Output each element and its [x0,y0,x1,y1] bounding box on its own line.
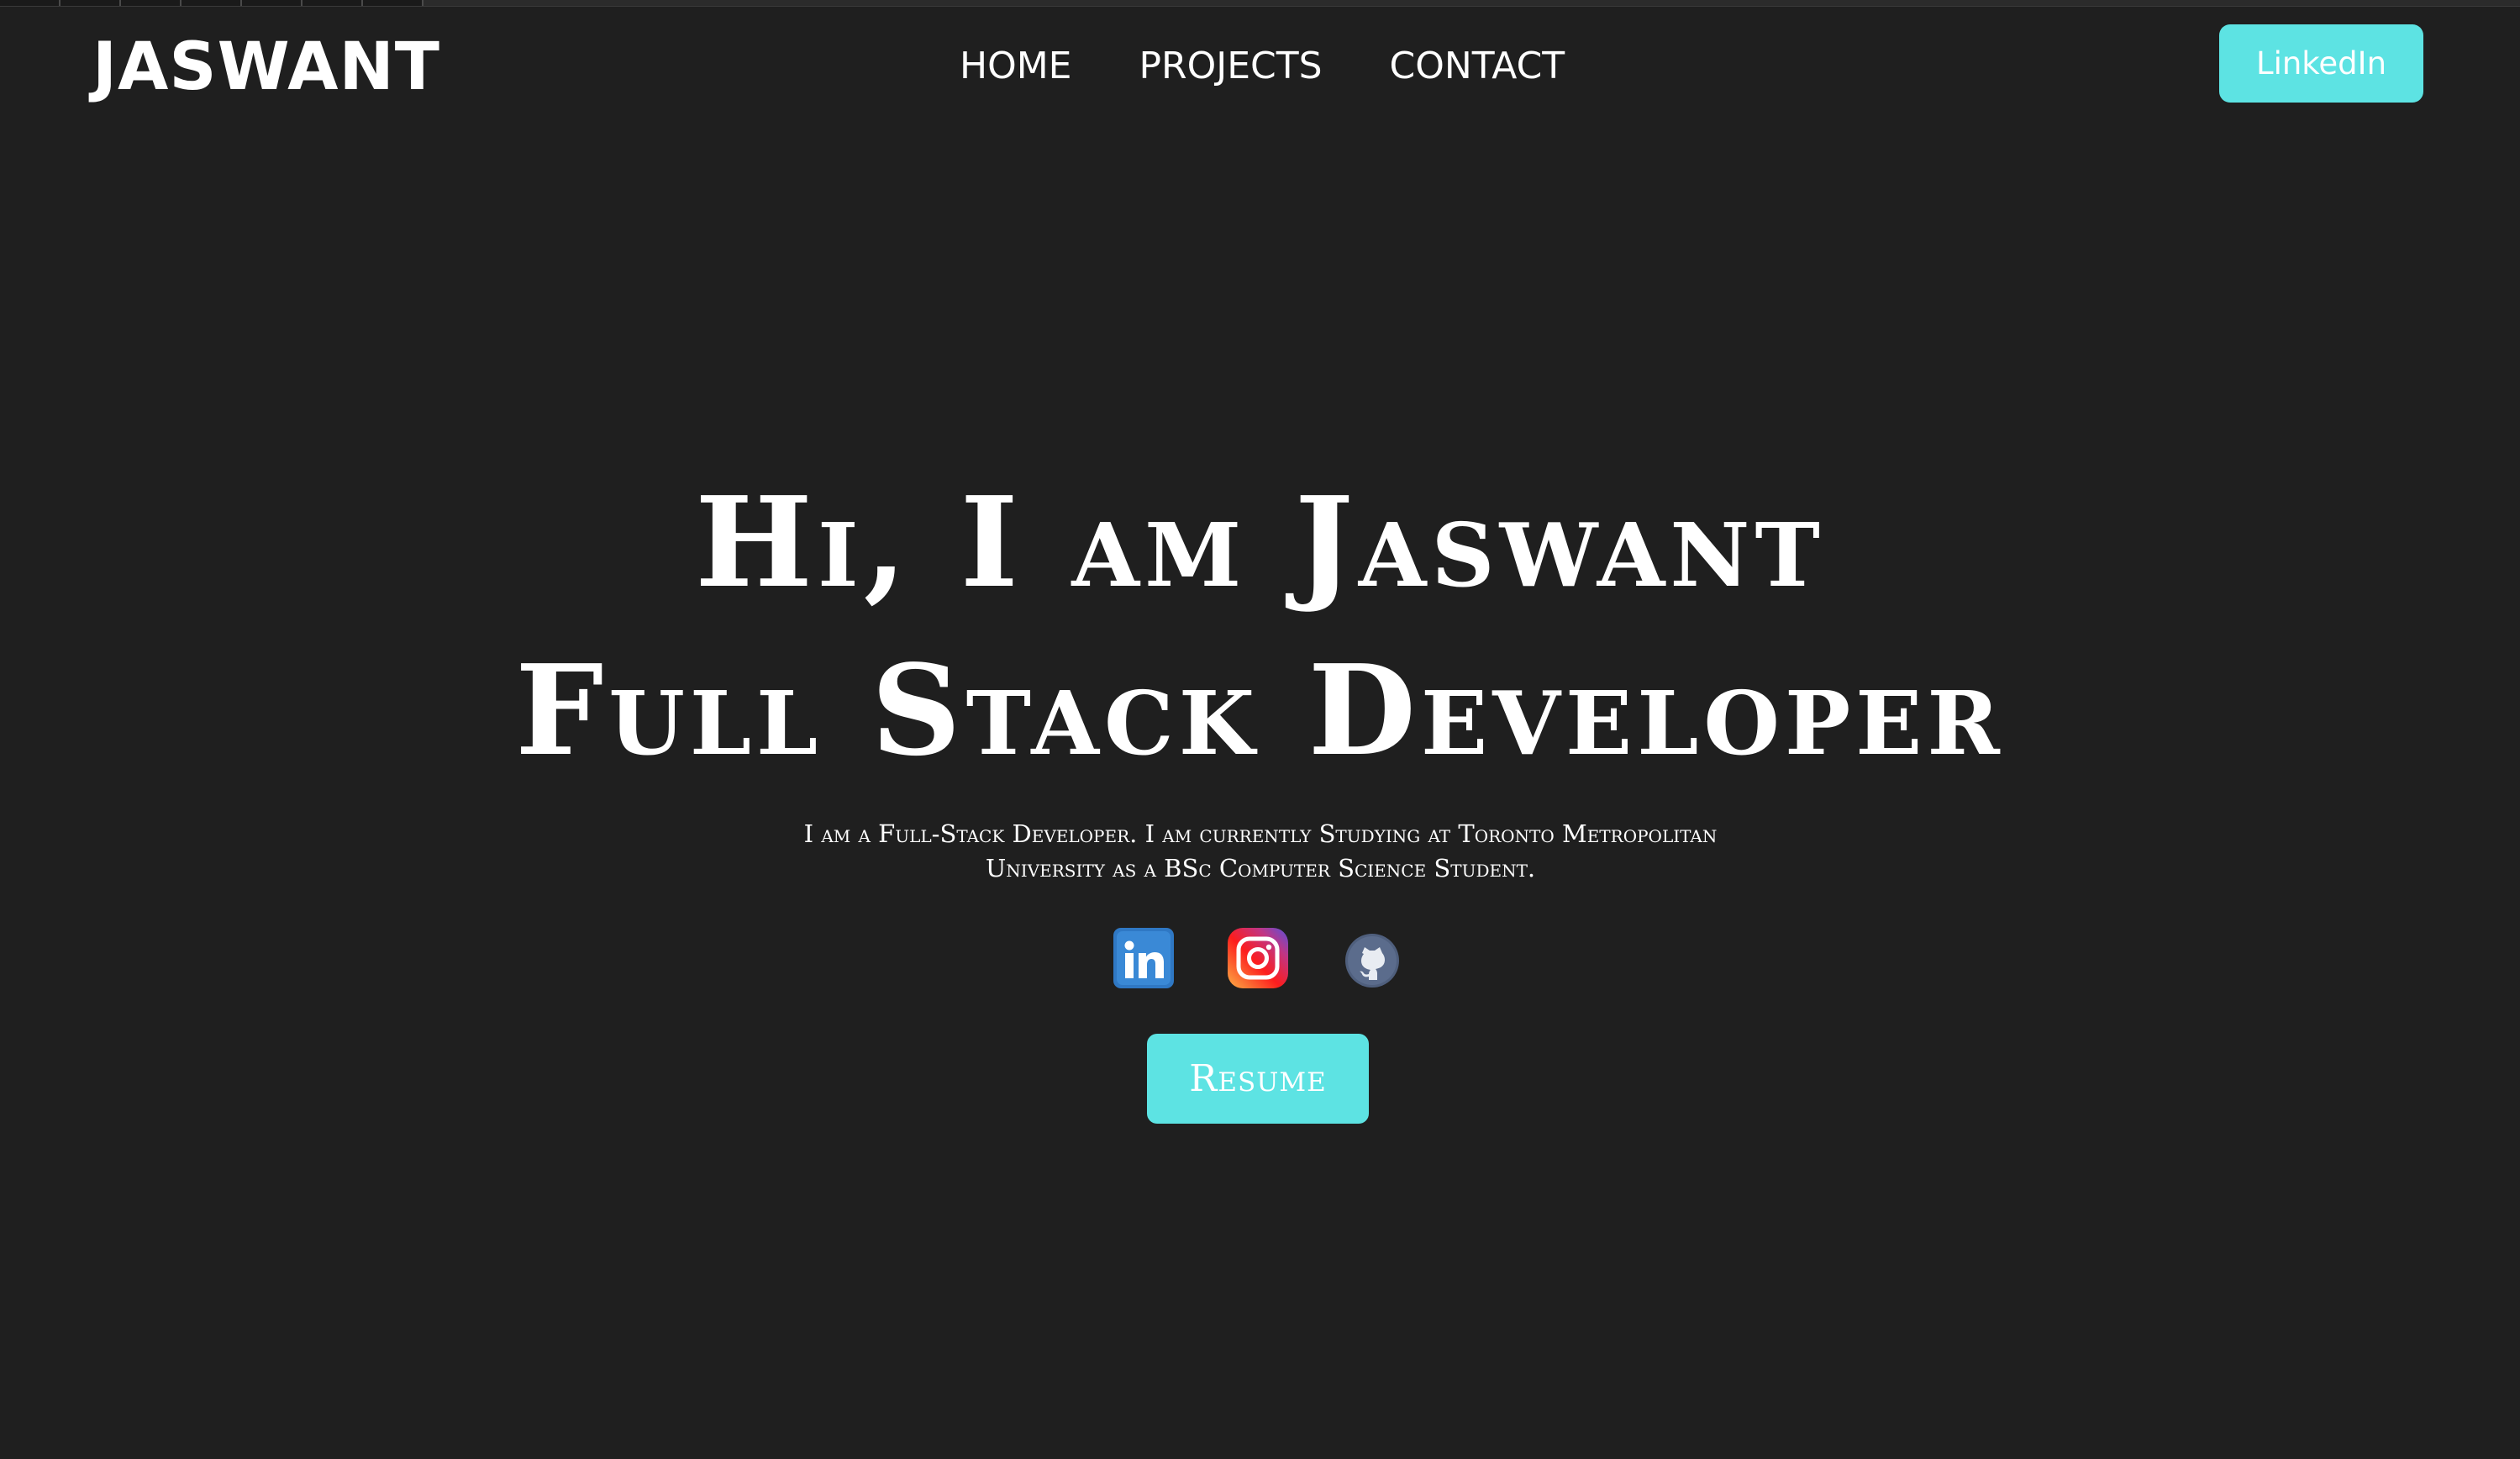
social-links [1113,927,1407,991]
instagram-icon[interactable] [1227,927,1289,989]
browser-top-strip [0,0,2520,7]
github-icon[interactable] [1344,933,1400,988]
main-nav: HOME PROJECTS CONTACT [960,37,1565,96]
top-strip-divider [422,0,424,6]
linkedin-button[interactable]: LinkedIn [2219,24,2423,103]
top-strip-divider [119,0,121,6]
resume-button[interactable]: Resume [1147,1034,1369,1124]
hero-bio: I am a Full-Stack Developer. I am curren… [773,817,1748,886]
top-strip-divider [59,0,61,6]
hero-bio-line: University as a BSc Computer Science Stu… [985,854,1536,882]
nav-contact-link[interactable]: CONTACT [1390,37,1565,96]
top-strip-segment [0,0,422,6]
top-strip-divider [301,0,303,6]
hero-role-title: Full Stack Developer [515,637,2005,783]
hero-greeting: Hi, I am Jaswant [695,469,1825,615]
site-logo[interactable]: JASWANT [92,25,440,109]
top-strip-divider [361,0,363,6]
nav-home-link[interactable]: HOME [960,37,1071,96]
nav-projects-link[interactable]: PROJECTS [1139,37,1322,96]
top-strip-divider [240,0,242,6]
top-strip-divider [180,0,182,6]
linkedin-icon[interactable] [1113,927,1175,989]
hero-bio-line: I am a Full-Stack Developer. I am curren… [803,819,1718,848]
